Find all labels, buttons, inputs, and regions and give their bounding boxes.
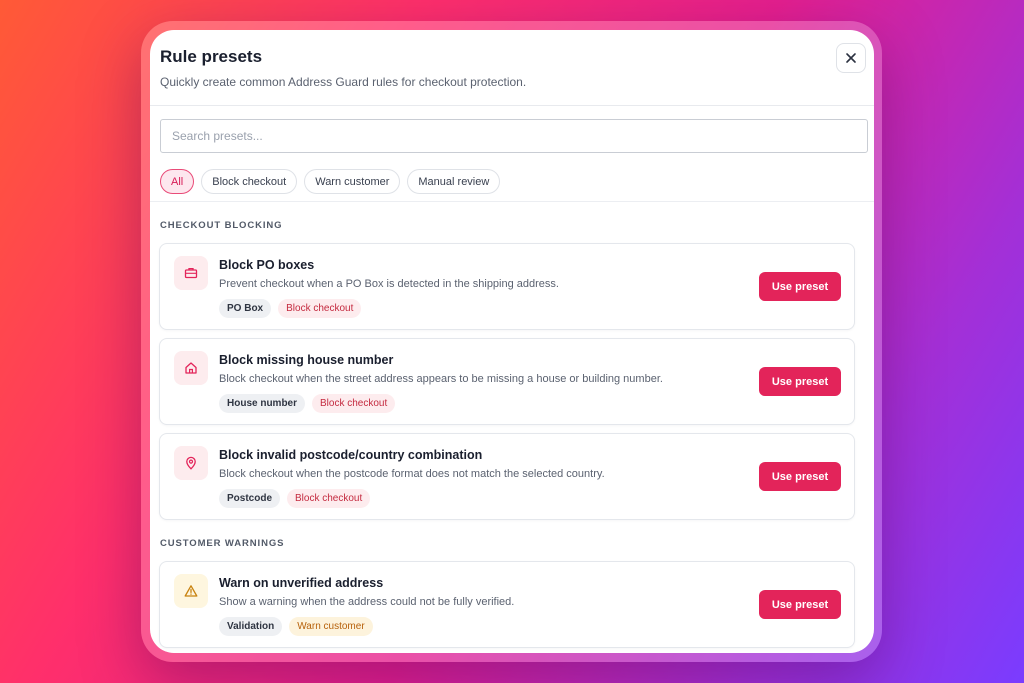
preset-title: Block missing house number [219, 353, 394, 367]
search-input[interactable] [160, 119, 868, 153]
rule-presets-modal: Rule presets Quickly create common Addre… [150, 30, 874, 653]
filter-chip-all[interactable]: All [160, 169, 195, 194]
preset-card-po-boxes: Block PO boxes Prevent checkout when a P… [159, 243, 855, 330]
close-button[interactable] [836, 43, 866, 73]
preset-tag: House number [219, 394, 306, 413]
modal-title: Rule presets [160, 47, 263, 66]
warning-icon [184, 585, 198, 597]
preset-tag-warn: Warn customer [289, 617, 373, 636]
preset-title: Block invalid postcode/country combinati… [219, 448, 483, 462]
use-preset-button[interactable]: Use preset [759, 367, 841, 396]
preset-description: Prevent checkout when a PO Box is detect… [219, 278, 559, 290]
preset-description: Show a warning when the address could no… [219, 596, 515, 608]
section-label-checkout-blocking: CHECKOUT BLOCKING [160, 220, 283, 231]
use-preset-button[interactable]: Use preset [759, 462, 841, 491]
preset-tag-block: Block checkout [278, 299, 362, 318]
preset-description: Block checkout when the street address a… [219, 373, 663, 385]
preset-title: Block PO boxes [219, 258, 315, 272]
briefcase-icon [184, 267, 198, 279]
filter-bar: All Block checkout Warn customer Manual … [150, 106, 874, 202]
map-pin-icon [186, 456, 196, 470]
close-icon [846, 53, 856, 63]
preset-tag-block: Block checkout [312, 394, 396, 413]
filter-chips: All Block checkout Warn customer Manual … [160, 169, 501, 194]
filter-chip-warn-customer[interactable]: Warn customer [304, 169, 401, 194]
use-preset-button[interactable]: Use preset [759, 272, 841, 301]
modal-subtitle: Quickly create common Address Guard rule… [160, 75, 527, 89]
preset-card-missing-house-number: Block missing house number Block checkou… [159, 338, 855, 425]
preset-tag: PO Box [219, 299, 272, 318]
preset-card-invalid-postcode: Block invalid postcode/country combinati… [159, 433, 855, 520]
preset-tag: Validation [219, 617, 283, 636]
preset-tag: Postcode [219, 489, 281, 508]
use-preset-button[interactable]: Use preset [759, 590, 841, 619]
section-label-customer-warnings: CUSTOMER WARNINGS [160, 538, 285, 549]
home-icon [185, 362, 197, 374]
modal-header: Rule presets Quickly create common Addre… [150, 30, 874, 106]
preset-title: Warn on unverified address [219, 576, 384, 590]
filter-chip-block-checkout[interactable]: Block checkout [201, 169, 298, 194]
preset-tag-block: Block checkout [287, 489, 371, 508]
filter-chip-manual-review[interactable]: Manual review [407, 169, 501, 194]
preset-description: Block checkout when the postcode format … [219, 468, 605, 480]
preset-card-unverified-address: Warn on unverified address Show a warnin… [159, 561, 855, 648]
